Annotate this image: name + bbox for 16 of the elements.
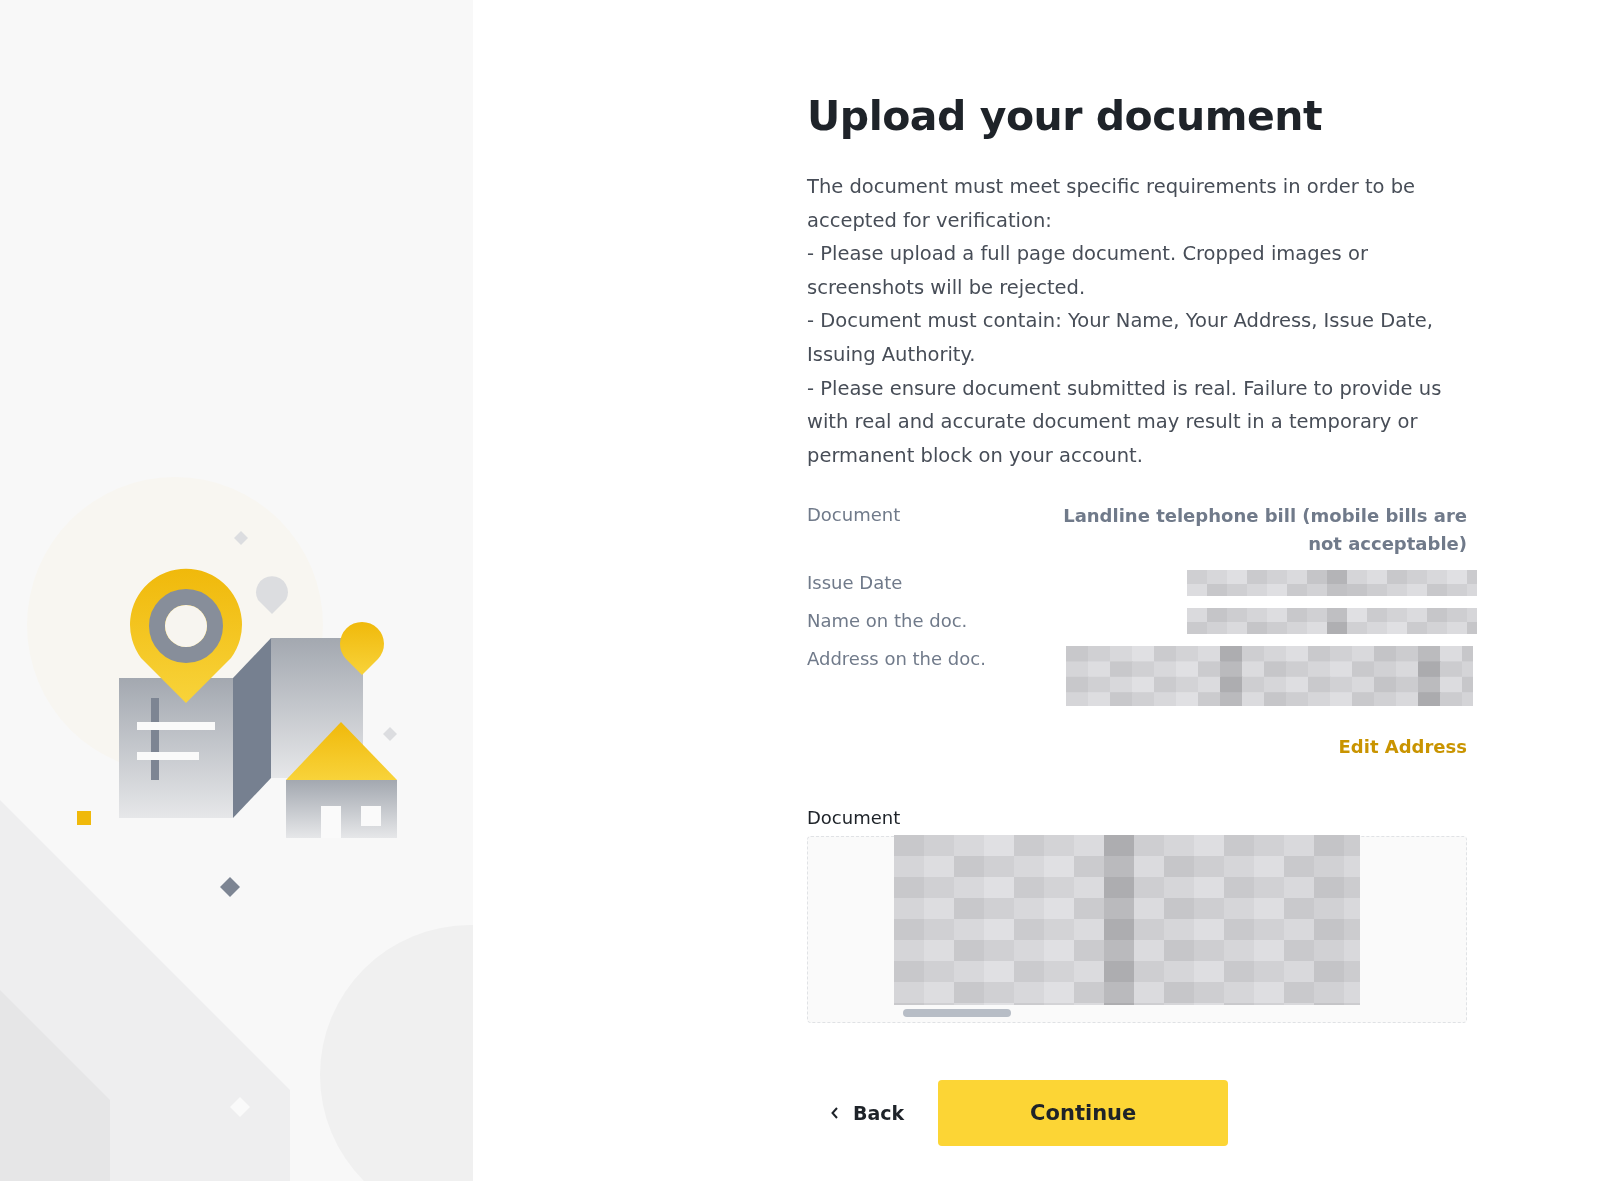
continue-button[interactable]: Continue [938, 1080, 1229, 1147]
detail-value: Landline telephone bill (mobile bills are not acceptable) [1062, 504, 1467, 557]
detail-label: Document [807, 503, 901, 528]
instruction-text: The document must meet specific requirements in order to be accepted for verification: [807, 174, 1417, 234]
instruction-text: - Please upload a full page document. Cropped images or screenshots will be rejected. [807, 241, 1369, 301]
upload-area[interactable] [807, 836, 1467, 1024]
scrollbar-thumb[interactable] [903, 1009, 1011, 1018]
detail-label: Address on the doc. [807, 647, 986, 672]
upload-label: Document [807, 807, 902, 829]
page-title: Upload your document [807, 92, 1324, 140]
instruction-text: - Document must contain: Your Name, Your Address, Issue Date, Issuing Authority. [807, 308, 1435, 368]
chevron-left-icon [831, 1107, 839, 1120]
instruction-text: - Please ensure document submitted is real. Failure to provide us with real and accurate document may result in a temporary or permanent block on your account. [807, 375, 1443, 469]
detail-label: Issue Date [807, 571, 903, 596]
detail-label: Name on the doc. [807, 609, 968, 634]
back-button[interactable]: Back [807, 1094, 909, 1133]
